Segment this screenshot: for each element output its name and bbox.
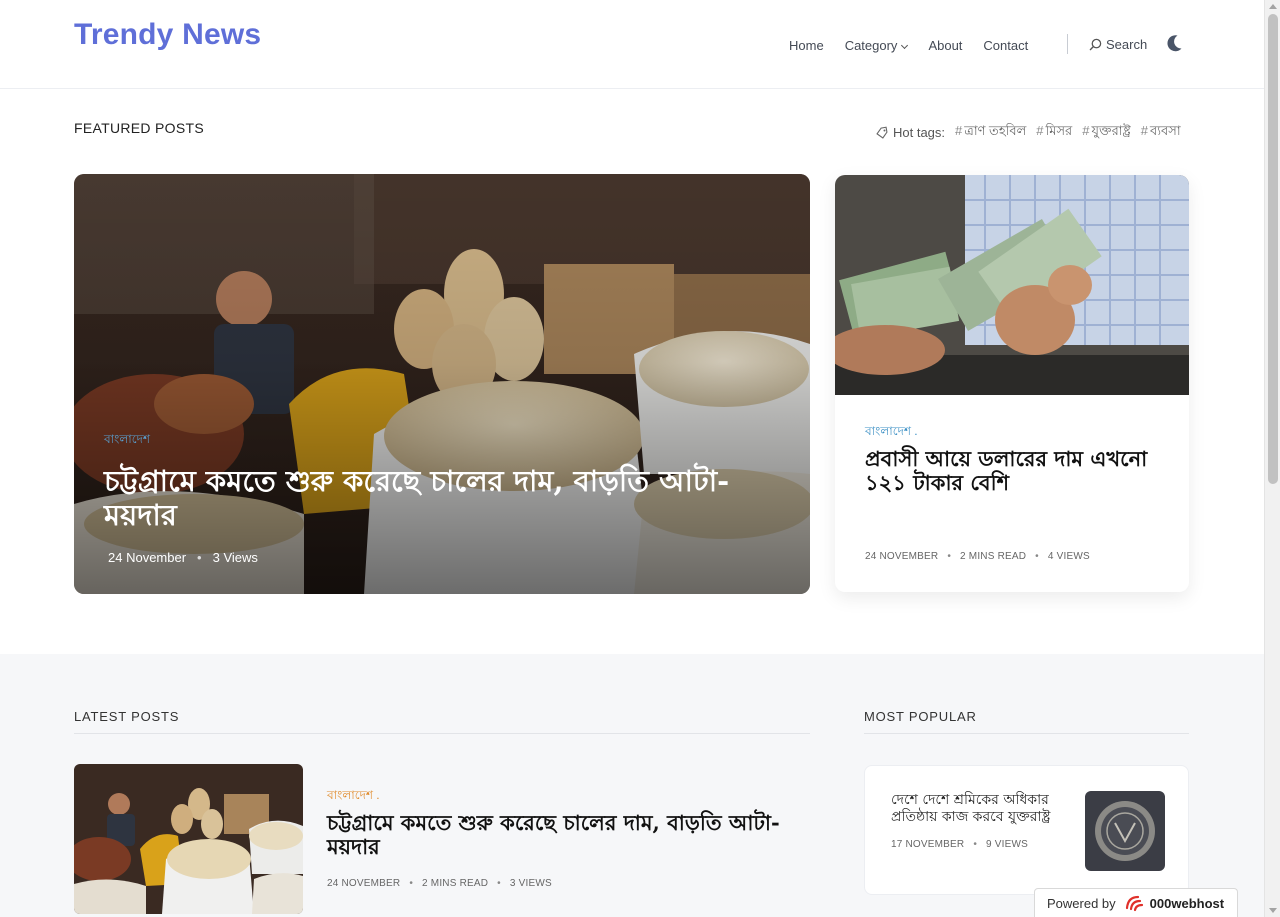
site-header: Trendy News Home Category About Contact … (0, 0, 1264, 89)
powered-by-badge[interactable]: Powered by 000webhost (1034, 888, 1238, 917)
hot-tag-text: ত্রাণ তহবিল (964, 123, 1027, 138)
latest-post-title[interactable]: চট্টগ্রামে কমতে শুরু করেছে চালের দাম, বা… (327, 811, 787, 859)
hot-tag-text: যুক্তরাষ্ট্র (1091, 123, 1131, 138)
post-views: 3 VIEWS (509, 878, 552, 889)
hot-tag-text: মিসর (1045, 123, 1073, 138)
post-read-time: 2 MINS READ (422, 878, 489, 889)
latest-post-meta: 24 NOVEMBER • 2 MINS READ • 3 VIEWS (327, 878, 552, 889)
nav-about[interactable]: About (928, 38, 962, 53)
latest-section-title: LATEST POSTS (74, 709, 180, 724)
featured-side-post[interactable]: বাংলাদেশ . প্রবাসী আয়ে ডলারের দাম এখনো … (835, 175, 1189, 592)
powered-by-brand-text: 000webhost (1149, 895, 1225, 911)
nav-category[interactable]: Category (844, 37, 909, 53)
meta-separator: • (497, 878, 501, 889)
theme-toggle[interactable] (1164, 33, 1184, 58)
post-views: 4 VIEWS (1047, 551, 1090, 562)
page-scrollbar[interactable] (1264, 0, 1280, 917)
meta-separator: • (973, 839, 978, 850)
featured-main-meta: 24 November • 3 Views (108, 550, 258, 565)
meta-separator: • (409, 878, 414, 889)
post-views: 3 Views (212, 550, 258, 565)
popular-post-thumbnail (1085, 791, 1165, 871)
hot-tags-label: Hot tags: (893, 125, 946, 140)
featured-section-title: FEATURED POSTS (74, 120, 204, 136)
popular-divider (864, 733, 1189, 734)
hot-tag-item[interactable]: # ত্রাণ তহবিল (955, 122, 1026, 143)
nav-home[interactable]: Home (789, 38, 824, 53)
scrollbar-thumb[interactable] (1268, 14, 1278, 484)
meta-separator: • (1035, 551, 1039, 562)
popular-post-card[interactable]: দেশে দেশে শ্রমিকের অধিকার প্রতিষ্ঠায় কা… (864, 765, 1189, 895)
nav-contact[interactable]: Contact (983, 38, 1028, 53)
search-button[interactable]: Search (1089, 37, 1147, 52)
hot-tag-item[interactable]: # ব্যবসা (1141, 122, 1181, 143)
meta-separator: • (947, 551, 952, 562)
powered-by-label: Powered by (1047, 895, 1116, 911)
meta-separator: • (197, 550, 202, 565)
hot-tags: Hot tags: # ত্রাণ তহবিল # মিসর # যুক্তরাষ্ট… (875, 122, 1181, 143)
post-date: 24 NOVEMBER (327, 878, 401, 889)
featured-side-category[interactable]: বাংলাদেশ . (865, 423, 918, 443)
post-views: 9 VIEWS (986, 839, 1029, 850)
powered-by-brand: 000webhost (1124, 894, 1224, 912)
post-date: 24 NOVEMBER (865, 551, 939, 562)
latest-post-category[interactable]: বাংলাদেশ . (327, 787, 380, 807)
site-logo[interactable]: Trendy News (74, 18, 261, 52)
featured-main-title[interactable]: চট্টগ্রামে কমতে শুরু করেছে চালের দাম, বা… (104, 464, 784, 532)
latest-post-thumbnail (74, 764, 303, 914)
hot-tag-item[interactable]: # মিসর (1036, 122, 1072, 143)
post-read-time: 2 MINS READ (960, 551, 1027, 562)
hot-tag-text: ব্যবসা (1150, 123, 1181, 138)
hot-tag-item[interactable]: # যুক্তরাষ্ট্র (1082, 122, 1131, 143)
post-date: 24 November (108, 550, 187, 565)
popular-post-image[interactable] (1085, 791, 1165, 871)
nav-divider (1067, 34, 1068, 54)
featured-side-image (835, 175, 1189, 395)
featured-main-category[interactable]: বাংলাদেশ (104, 431, 150, 451)
moon-icon (1167, 35, 1182, 52)
latest-divider (74, 733, 810, 734)
webhost-logo-icon (1125, 895, 1143, 912)
post-date: 17 NOVEMBER (891, 839, 965, 850)
scroll-up-arrow-icon[interactable] (1269, 4, 1277, 9)
popular-post-title[interactable]: দেশে দেশে শ্রমিকের অধিকার প্রতিষ্ঠায় কা… (891, 792, 1081, 826)
nav-category-label: Category (844, 37, 898, 53)
chevron-down-icon (901, 41, 909, 49)
tag-icon (876, 126, 888, 139)
search-label: Search (1106, 37, 1148, 52)
popular-section-title: MOST POPULAR (864, 709, 977, 724)
featured-side-title[interactable]: প্রবাসী আয়ে ডলারের দাম এখনো ১২১ টাকার ব… (865, 447, 1165, 495)
main-nav: Home Category About Contact (789, 36, 1049, 54)
featured-side-meta: 24 NOVEMBER • 2 MINS READ • 4 VIEWS (865, 551, 1090, 562)
popular-post-meta: 17 NOVEMBER • 9 VIEWS (891, 839, 1028, 850)
scroll-down-arrow-icon[interactable] (1269, 908, 1277, 913)
latest-post-image[interactable] (74, 764, 303, 914)
search-icon (1089, 38, 1102, 51)
